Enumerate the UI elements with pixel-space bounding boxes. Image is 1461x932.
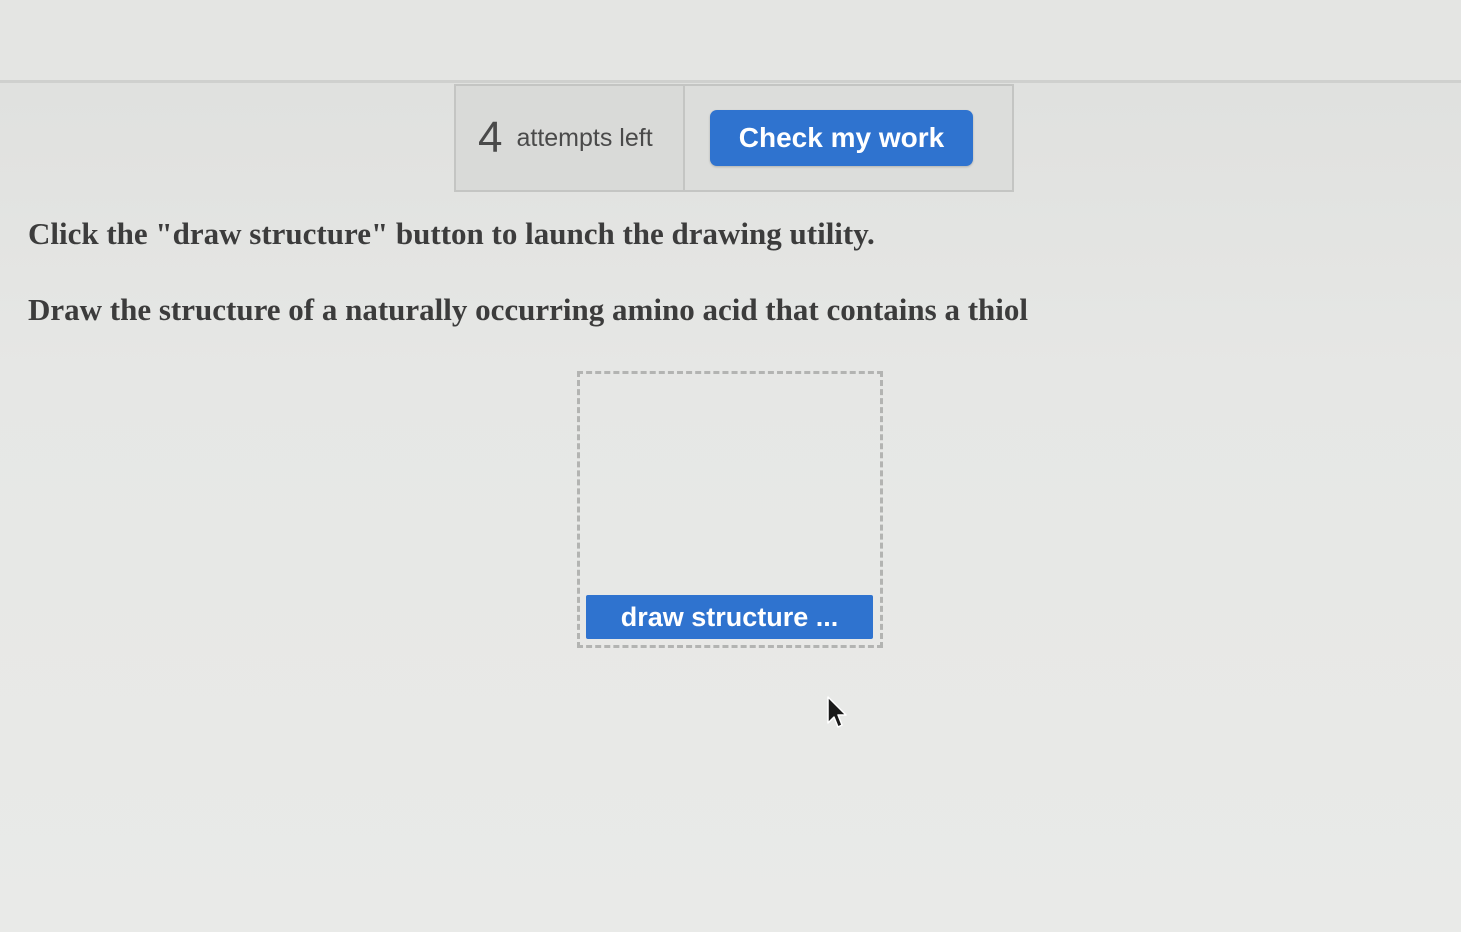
check-cell: Check my work (685, 86, 1012, 190)
attempts-indicator: 4 attempts left (456, 86, 685, 190)
attempts-toolbar: 4 attempts left Check my work (454, 84, 1014, 192)
top-band (0, 0, 1461, 83)
attempts-label: attempts left (516, 123, 653, 152)
draw-structure-button[interactable]: draw structure ... (586, 595, 873, 639)
mouse-pointer-icon (827, 696, 847, 728)
question-prompt: Draw the structure of a naturally occurr… (28, 292, 1028, 327)
instruction-launch: Click the "draw structure" button to lau… (28, 216, 875, 251)
check-my-work-button[interactable]: Check my work (710, 110, 973, 166)
attempts-count: 4 (478, 113, 503, 162)
